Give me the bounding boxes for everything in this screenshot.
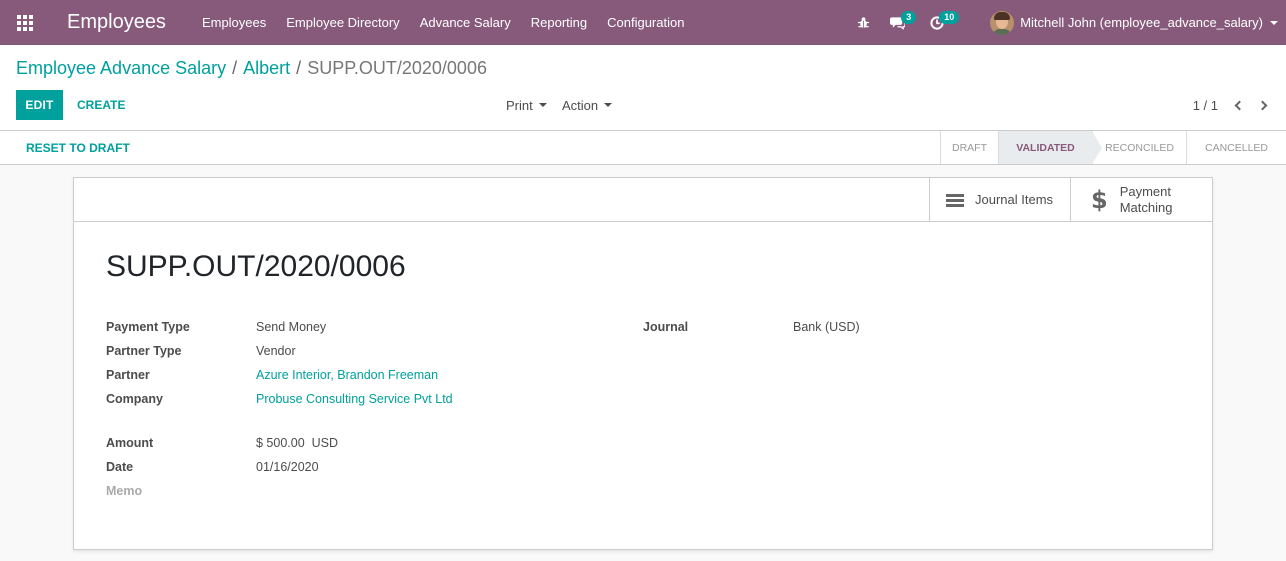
action-dropdown-label: Action xyxy=(562,97,599,113)
pager-next-button[interactable] xyxy=(1254,90,1274,120)
partner-type-value: Vendor xyxy=(256,344,296,358)
breadcrumb: Employee Advance Salary / Albert / SUPP.OUT/… xyxy=(16,58,487,79)
chevron-left-icon xyxy=(1234,100,1245,110)
date-label: Date xyxy=(106,460,134,474)
pager-value[interactable]: 1 / 1 xyxy=(1193,98,1218,113)
payment-matching-button[interactable]: $ Payment Matching xyxy=(1070,178,1212,222)
partner-label: Partner xyxy=(106,368,150,382)
user-menu[interactable]: Mitchell John (employee_advance_salary) xyxy=(990,10,1278,35)
record-title: SUPP.OUT/2020/0006 xyxy=(106,250,406,283)
company-label: Company xyxy=(106,392,163,406)
memo-label: Memo xyxy=(106,484,143,498)
breadcrumb-separator: / xyxy=(232,58,238,78)
create-button[interactable]: CREATE xyxy=(67,90,135,120)
payment-matching-label: Payment Matching xyxy=(1120,184,1173,216)
avatar xyxy=(990,10,1015,35)
journal-value: Bank (USD) xyxy=(793,320,860,334)
pager-previous-button[interactable] xyxy=(1228,90,1248,120)
menu-item-configuration[interactable]: Configuration xyxy=(597,0,694,45)
partner-type-label: Partner Type xyxy=(106,344,182,358)
breadcrumb-separator: / xyxy=(296,58,302,78)
apps-menu-icon[interactable] xyxy=(0,0,50,45)
top-navbar: Employees Employees Employee Directory A… xyxy=(0,0,1286,45)
stage-label: CANCELLED xyxy=(1204,141,1269,154)
breadcrumb-parent[interactable]: Albert xyxy=(243,58,290,78)
main-menu: Employees Employee Directory Advance Sal… xyxy=(192,0,695,45)
status-stages: DRAFT VALIDATED RECONCILED CANCELLED xyxy=(940,131,1286,164)
dollar-icon: $ xyxy=(1091,186,1108,214)
action-dropdown[interactable]: Action xyxy=(562,90,613,120)
stage-label: RECONCILED xyxy=(1105,141,1174,154)
control-panel: Employee Advance Salary / Albert / SUPP.OUT/… xyxy=(0,45,1286,131)
form-statusbar: RESET TO DRAFT DRAFT VALIDATED RECONCILE… xyxy=(0,131,1286,165)
caret-down-icon xyxy=(538,103,547,107)
payment-type-label: Payment Type xyxy=(106,320,190,334)
amount-label: Amount xyxy=(106,436,154,450)
amount-value: $ 500.00 USD xyxy=(256,436,338,450)
date-value: 01/16/2020 xyxy=(256,460,319,474)
print-dropdown-label: Print xyxy=(506,97,533,113)
chevron-down-icon xyxy=(1270,20,1278,25)
messages-button[interactable]: 3 xyxy=(880,0,922,45)
breadcrumb-root[interactable]: Employee Advance Salary xyxy=(16,58,226,78)
messages-count-badge: 3 xyxy=(901,11,917,24)
activities-count-badge: 10 xyxy=(939,11,960,24)
partner-link[interactable]: Azure Interior, Brandon Freeman xyxy=(256,368,438,382)
amount-number: $ 500.00 xyxy=(256,436,305,450)
pager: 1 / 1 xyxy=(1193,90,1274,120)
journal-items-label: Journal Items xyxy=(975,192,1054,207)
user-name: Mitchell John (employee_advance_salary) xyxy=(1020,15,1263,30)
menu-item-employees[interactable]: Employees xyxy=(192,0,276,45)
amount-currency: USD xyxy=(311,436,339,450)
journal-items-button[interactable]: Journal Items xyxy=(929,178,1071,222)
chevron-right-icon xyxy=(1257,100,1268,110)
stage-reconciled[interactable]: RECONCILED xyxy=(1092,131,1186,164)
payment-matching-label-line1: Payment xyxy=(1119,184,1172,199)
stage-validated[interactable]: VALIDATED xyxy=(998,131,1102,164)
journal-label: Journal xyxy=(643,320,689,334)
stage-cancelled[interactable]: CANCELLED xyxy=(1186,131,1286,164)
menu-item-advance-salary[interactable]: Advance Salary xyxy=(410,0,521,45)
reset-to-draft-button[interactable]: RESET TO DRAFT xyxy=(26,131,130,164)
smart-button-box: Journal Items $ Payment Matching xyxy=(74,178,1212,222)
form-sheet: Journal Items $ Payment Matching SUPP.OU… xyxy=(73,177,1213,550)
payment-type-value: Send Money xyxy=(256,320,327,334)
list-icon xyxy=(946,193,964,207)
stage-draft[interactable]: DRAFT xyxy=(940,131,998,164)
activities-button[interactable]: 10 xyxy=(922,0,964,45)
menu-item-reporting[interactable]: Reporting xyxy=(521,0,597,45)
stage-label: VALIDATED xyxy=(1016,141,1075,154)
caret-down-icon xyxy=(604,103,613,107)
app-name: Employees xyxy=(67,11,166,33)
payment-matching-label-line2: Matching xyxy=(1119,200,1173,215)
breadcrumb-current: SUPP.OUT/2020/0006 xyxy=(307,58,487,78)
debug-bug-icon[interactable] xyxy=(846,0,880,45)
print-dropdown[interactable]: Print xyxy=(506,90,547,120)
stage-label: DRAFT xyxy=(952,141,987,154)
company-link[interactable]: Probuse Consulting Service Pvt Ltd xyxy=(256,392,453,406)
menu-item-employee-directory[interactable]: Employee Directory xyxy=(276,0,409,45)
edit-button[interactable]: EDIT xyxy=(16,90,63,120)
